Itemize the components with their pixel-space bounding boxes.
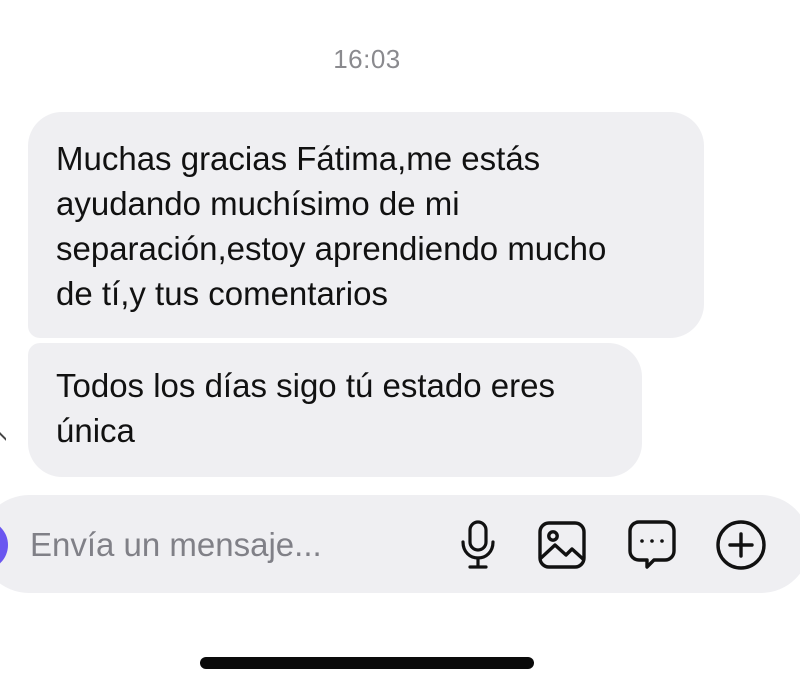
image-gallery-icon[interactable] bbox=[536, 519, 588, 571]
message-timestamp: 16:03 bbox=[333, 44, 401, 74]
microphone-icon[interactable] bbox=[452, 519, 504, 571]
message-line: de tí,y tus comentarios bbox=[56, 275, 388, 312]
chat-bubble-icon[interactable] bbox=[626, 519, 678, 571]
message-line: única bbox=[56, 412, 135, 449]
message-bubble[interactable]: Muchas gracias Fátima,me estás ayudando … bbox=[28, 112, 704, 338]
message-line: Muchas gracias Fátima,me estás bbox=[56, 140, 541, 177]
message-input[interactable]: Envía un mensaje... bbox=[30, 523, 322, 567]
chat-screen: 16:03 Muchas gracias Fátima,me estás ayu… bbox=[0, 0, 800, 688]
message-line: separación,estoy aprendiendo mucho bbox=[56, 230, 607, 267]
message-bubble[interactable]: Todos los días sigo tú estado eres única bbox=[28, 343, 642, 477]
home-indicator[interactable] bbox=[200, 657, 534, 669]
message-line: Todos los días sigo tú estado eres bbox=[56, 367, 555, 404]
plus-circle-icon[interactable] bbox=[715, 519, 767, 571]
sender-avatar-edge bbox=[0, 430, 6, 448]
message-line: ayudando muchísimo de mi bbox=[56, 185, 460, 222]
